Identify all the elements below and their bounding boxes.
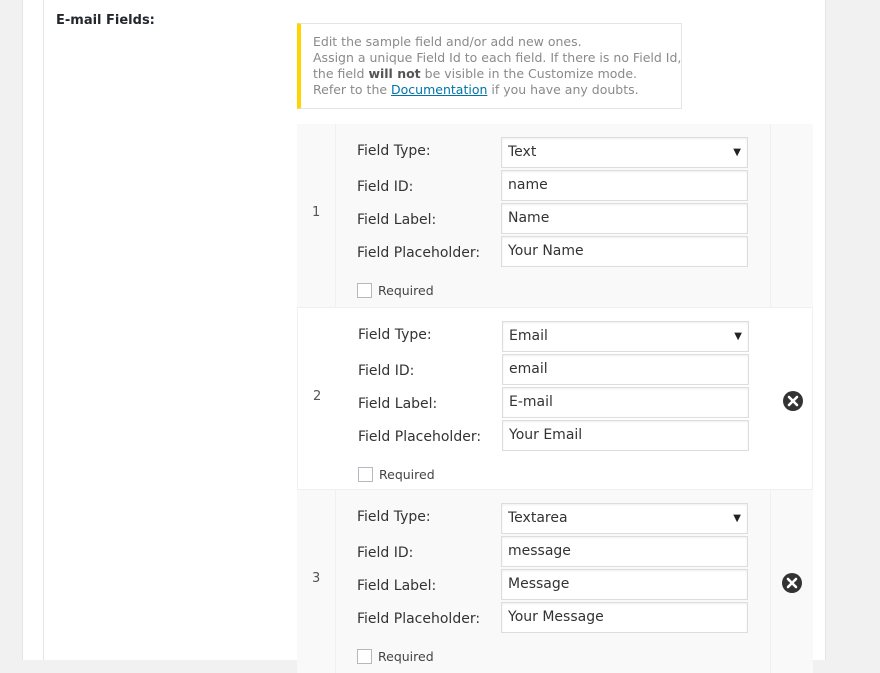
field-id-input[interactable]: message <box>501 536 748 567</box>
field-label-input[interactable]: Name <box>501 203 748 234</box>
field-placeholder-label: Field Placeholder: <box>357 611 481 627</box>
field-placeholder-input[interactable]: Your Email <box>502 420 749 451</box>
chevron-down-icon: ▼ <box>733 513 741 524</box>
checkbox[interactable] <box>357 283 372 298</box>
row-number: 1 <box>312 205 321 220</box>
required-checkbox[interactable]: Required <box>358 467 435 482</box>
field-id-label: Field ID: <box>357 545 414 561</box>
field-placeholder-label: Field Placeholder: <box>358 429 482 445</box>
required-checkbox[interactable]: Required <box>357 649 434 664</box>
field-id-label: Field ID: <box>358 363 415 379</box>
checkbox[interactable] <box>358 467 373 482</box>
field-type-select[interactable]: Email ▼ <box>502 321 749 352</box>
chevron-down-icon: ▼ <box>733 147 741 158</box>
field-id-input[interactable]: name <box>501 170 748 201</box>
chevron-down-icon: ▼ <box>734 331 742 342</box>
help-notice: Edit the sample field and/or add new one… <box>297 23 682 109</box>
field-type-label: Field Type: <box>358 327 432 343</box>
field-placeholder-input[interactable]: Your Message <box>501 602 748 633</box>
field-id-input[interactable]: email <box>502 354 749 385</box>
field-row-3: 3 Field Type: Textarea ▼ Field ID: messag… <box>297 490 813 673</box>
field-placeholder-input[interactable]: Your Name <box>501 236 748 267</box>
close-circle-icon[interactable] <box>782 390 804 412</box>
row-number: 3 <box>312 571 321 586</box>
notice-line: Refer to the Documentation if you have a… <box>313 82 639 97</box>
field-label-input[interactable]: E-mail <box>502 387 749 418</box>
field-label-label: Field Label: <box>357 212 437 228</box>
notice-line: Assign a unique Field Id to each field. … <box>313 50 682 65</box>
close-circle-icon[interactable] <box>781 572 803 594</box>
field-type-select[interactable]: Textarea ▼ <box>501 503 748 534</box>
field-id-label: Field ID: <box>357 179 414 195</box>
field-label-label: Field Label: <box>358 396 438 412</box>
field-type-label: Field Type: <box>357 509 431 525</box>
notice-line: the field will not be visible in the Cus… <box>313 66 638 81</box>
field-type-select[interactable]: Text ▼ <box>501 137 748 168</box>
required-checkbox[interactable]: Required <box>357 283 434 298</box>
divider <box>43 0 44 660</box>
field-label-input[interactable]: Message <box>501 569 748 600</box>
checkbox[interactable] <box>357 649 372 664</box>
field-placeholder-label: Field Placeholder: <box>357 245 481 261</box>
field-type-label: Field Type: <box>357 143 431 159</box>
row-number: 2 <box>313 389 322 404</box>
field-row-2: 2 Field Type: Email ▼ Field ID: email Fie… <box>297 307 813 490</box>
field-row-1: 1 Field Type: Text ▼ Field ID: name Field… <box>297 124 813 307</box>
notice-line: Edit the sample field and/or add new one… <box>313 34 582 49</box>
documentation-link[interactable]: Documentation <box>391 82 487 97</box>
section-title: E-mail Fields: <box>56 13 155 28</box>
field-label-label: Field Label: <box>357 578 437 594</box>
